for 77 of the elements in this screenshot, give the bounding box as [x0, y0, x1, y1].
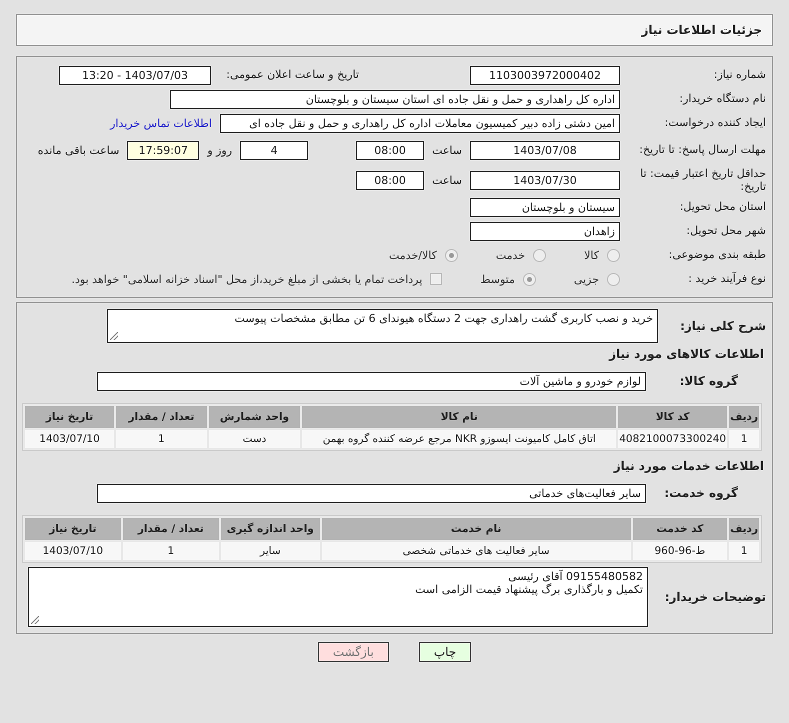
announce-date-field: 1403/07/03 - 13:20: [59, 66, 211, 84]
option-label: کالا/خدمت: [389, 248, 437, 262]
field-label: مهلت ارسال پاسخ: تا تاریخ:: [638, 143, 766, 157]
column-header: تاریخ نیاز: [25, 518, 121, 540]
notes-line: 09155480582 آقای رئیسی: [507, 570, 643, 583]
column-header: کد خدمت: [632, 518, 728, 540]
column-header: کد کالا: [618, 406, 728, 428]
field-label: نوع فرآیند خرید :: [687, 272, 766, 286]
field-label: شماره نیاز:: [712, 68, 766, 82]
field-label: طبقه بندی موضوعی:: [668, 248, 766, 262]
option-label: متوسط: [480, 272, 515, 286]
deadline-date-field: 1403/07/08: [470, 140, 620, 160]
table-cell: 4082100073300240: [618, 430, 728, 448]
field-label: نام دستگاه خریدار:: [678, 92, 766, 106]
column-header: ردیف: [729, 406, 759, 428]
days-field: 4: [240, 140, 308, 160]
group-field: لوازم خودرو و ماشین آلات: [97, 372, 646, 390]
buyer-contact-link[interactable]: اطلاعات تماس خریدار: [110, 116, 212, 130]
table-cell: دست: [208, 430, 300, 448]
validity-date-field: 1403/07/30: [470, 170, 620, 190]
section-title: اطلاعات خدمات مورد نیاز: [612, 458, 765, 475]
column-header: نام خدمت: [322, 518, 631, 540]
table-cell: 1: [729, 542, 759, 560]
payment-note: پرداخت تمام یا بخشی از مبلغ خرید،از محل "اسناد خزانه اسلامی" خواهد بود.: [72, 272, 422, 286]
table-cell: ط-96-960: [632, 542, 728, 560]
column-header: تعداد / مقدار: [116, 406, 207, 428]
page-title: جزئیات اطلاعات نیاز: [16, 14, 773, 46]
table-cell: اتاق کامل کامیونت ایسوزو NKR مرجع عرضه کننده گروه بهمن: [302, 430, 616, 448]
table-cell: 1: [116, 430, 207, 448]
days-label: روز و: [207, 144, 232, 156]
table-cell: 1: [122, 542, 219, 560]
print-button[interactable]: چاپ: [418, 642, 472, 662]
radio-button[interactable]: [607, 248, 620, 262]
table-cell: سایر: [220, 542, 320, 560]
radio-button[interactable]: [444, 248, 458, 262]
option-label: خدمت: [496, 248, 526, 262]
validity-time-field: 08:00: [356, 170, 424, 190]
field-label: شهر محل تحویل:: [685, 224, 766, 238]
buyer-org-field: اداره کل راهداری و حمل و نقل جاده ای استان سیستان و بلوچستان: [170, 90, 620, 108]
column-header: نام کالا: [302, 406, 616, 428]
need-number-field: 1103003972000402: [470, 66, 620, 84]
province-field: سیستان و بلوچستان: [470, 198, 620, 216]
field-label: تاریخ و ساعت اعلان عمومی:: [225, 68, 359, 82]
time-label: ساعت: [432, 174, 462, 186]
table-cell: سایر فعالیت های خدماتی شخصی: [322, 542, 631, 560]
time-label: ساعت: [432, 144, 462, 156]
field-label: استان محل تحویل:: [678, 200, 766, 214]
description-label: شرح کلی نیاز:: [679, 318, 766, 334]
table-cell: 1403/07/10: [25, 430, 114, 448]
radio-button[interactable]: [522, 272, 536, 286]
notes-line: تکمیل و بارگذاری برگ پیشنهاد قیمت الزامی است: [414, 583, 643, 596]
field-label: حداقل تاریخ اعتبار قیمت: تا تاریخ:: [639, 166, 766, 194]
option-label: جزیی: [574, 272, 599, 286]
column-header: ردیف: [729, 518, 759, 540]
table-cell: 1403/07/10: [25, 542, 121, 560]
radio-button[interactable]: [607, 272, 620, 286]
section-title: اطلاعات کالاهای مورد نیاز: [608, 346, 765, 363]
radio-button[interactable]: [533, 248, 546, 262]
notes-label: توضیحات خریدار:: [664, 590, 766, 604]
creator-field: امین دشتی زاده دبیر کمیسیون معاملات اداره کل راهداری و حمل و نقل جاده ای: [220, 114, 620, 132]
description-field: خرید و نصب کاربری گشت راهداری جهت 2 دستگاه هیوندای 6 تن مطابق مشخصات پیوست: [107, 309, 658, 343]
field-label: ایجاد کننده درخواست:: [664, 116, 766, 130]
column-header: واحد شمارش: [208, 406, 300, 428]
group-label: گروه کالا:: [678, 374, 738, 388]
remaining-label: ساعت باقی مانده: [38, 144, 120, 156]
checkbox[interactable]: [430, 273, 442, 285]
column-header: واحد اندازه گیری: [220, 518, 320, 540]
group-field: سایر فعالیت‌های خدماتی: [97, 484, 646, 502]
remaining-time-field: 17:59:07: [127, 140, 200, 160]
deadline-time-field: 08:00: [356, 140, 424, 160]
option-label: کالا: [584, 248, 599, 262]
group-label: گروه خدمت:: [663, 486, 738, 500]
column-header: تاریخ نیاز: [25, 406, 114, 428]
table-cell: 1: [729, 430, 759, 448]
city-field: زاهدان: [470, 222, 620, 240]
back-button[interactable]: بازگشت: [318, 642, 389, 662]
column-header: تعداد / مقدار: [122, 518, 219, 540]
